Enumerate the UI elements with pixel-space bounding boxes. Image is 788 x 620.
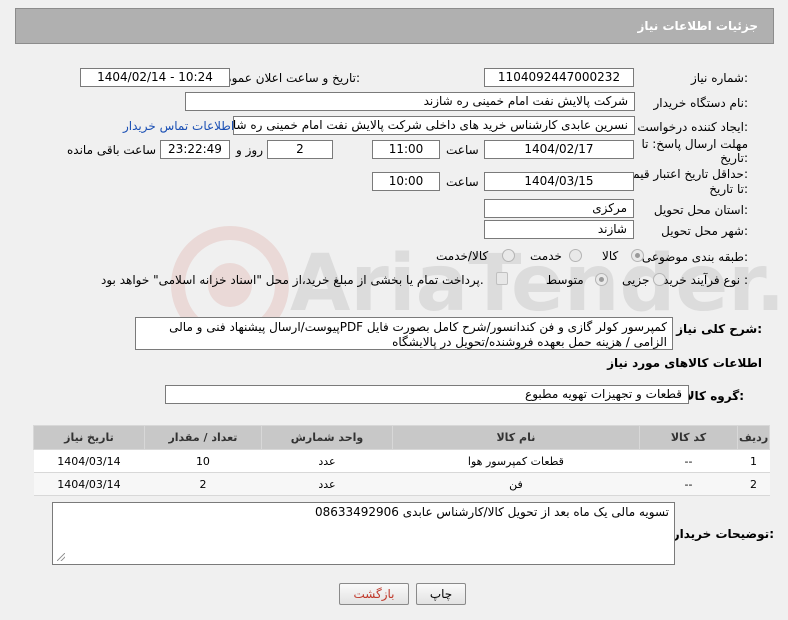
back-button[interactable]: بازگشت — [339, 583, 409, 605]
print-button[interactable]: چاپ — [416, 583, 466, 605]
process-minor-label: جزیی — [622, 273, 650, 287]
days-field: 2 — [267, 140, 333, 159]
announce-field: 1404/02/14 - 10:24 — [80, 68, 230, 87]
resize-grip-icon[interactable] — [57, 553, 65, 561]
validity-date-field: 1404/03/15 — [484, 172, 634, 191]
row-date: 1404/03/14 — [33, 449, 145, 473]
col-date-header: تاریخ نیاز — [33, 425, 145, 450]
category-both-label: کالا/خدمت — [436, 249, 489, 263]
province-label: استان محل تحویل: — [653, 203, 748, 217]
process-medium-radio[interactable] — [595, 273, 608, 286]
col-row-header: ردیف — [737, 425, 770, 450]
row-code: -- — [639, 472, 738, 496]
process-label: نوع فرآیند خرید : — [663, 273, 748, 287]
payment-note: پرداخت تمام یا بخشی از مبلغ خرید،از محل … — [101, 273, 484, 287]
buyer-notes-field: تسویه مالی یک ماه بعد از تحویل کالا/کارش… — [52, 502, 675, 565]
description-field: کمپرسور کولر گازی و فن کندانسور/شرح کامل… — [135, 317, 673, 350]
row-code: -- — [639, 449, 738, 473]
col-code-header: کد کالا — [638, 425, 739, 450]
process-medium-label: متوسط — [546, 273, 584, 287]
days-label: روز و — [236, 143, 263, 157]
category-both-radio[interactable] — [502, 249, 515, 262]
deadline-time-field: 11:00 — [372, 140, 440, 159]
deadline-label: مهلت ارسال پاسخ: تا — [641, 137, 748, 151]
requester-field: نسرین عابدی کارشناس خرید های داخلی شرکت … — [233, 116, 635, 135]
category-goods-radio[interactable] — [631, 249, 644, 262]
need-number-field: 1104092447000232 — [484, 68, 634, 87]
buyer-notes-text: تسویه مالی یک ماه بعد از تحویل کالا/کارش… — [314, 505, 669, 519]
row-unit: عدد — [261, 472, 393, 496]
row-name: قطعات کمپرسور هوا — [392, 449, 640, 473]
table-row: 1 -- قطعات کمپرسور هوا عدد 10 1404/03/14 — [33, 449, 770, 473]
buyer-org-field: شرکت پالایش نفت امام خمینی ره شازند — [185, 92, 635, 111]
page-title: جزئیات اطلاعات نیاز — [637, 19, 758, 33]
category-label: طبقه بندی موضوعی: — [641, 250, 748, 264]
row-qty: 2 — [144, 472, 262, 496]
table-row: 2 -- فن عدد 2 1404/03/14 — [33, 472, 770, 496]
category-goods-label: کالا — [602, 249, 619, 263]
row-date: 1404/03/14 — [33, 472, 145, 496]
header-panel: جزئیات اطلاعات نیاز — [15, 8, 774, 44]
announce-label: تاریخ و ساعت اعلان عمومی: — [215, 71, 360, 85]
requester-label: ایجاد کننده درخواست: — [637, 120, 748, 134]
province-field: مرکزی — [484, 199, 634, 218]
need-number-label: شماره نیاز: — [690, 71, 748, 85]
validity-time-field: 10:00 — [372, 172, 440, 191]
validity-label-2: تا تاریخ: — [709, 182, 748, 196]
validity-label: حداقل تاریخ اعتبار قیمت: — [621, 167, 748, 181]
city-field: شازند — [484, 220, 634, 239]
category-service-label: خدمت — [530, 249, 562, 263]
col-name-header: نام کالا — [391, 425, 640, 450]
row-unit: عدد — [261, 449, 393, 473]
items-table: ردیف کد کالا نام کالا واحد شمارش تعداد /… — [33, 425, 770, 496]
process-minor-radio[interactable] — [653, 273, 666, 286]
contact-buyer-link[interactable]: اطلاعات تماس خریدار — [123, 119, 234, 133]
col-unit-header: واحد شمارش — [261, 425, 393, 450]
deadline-label-2: تاریخ: — [720, 151, 748, 165]
row-qty: 10 — [144, 449, 262, 473]
table-header-row: ردیف کد کالا نام کالا واحد شمارش تعداد /… — [33, 425, 770, 450]
col-qty-header: تعداد / مقدار — [143, 425, 263, 450]
goods-group-label: گروه کالا: — [685, 389, 744, 403]
goods-group-field: قطعات و تجهیزات تهویه مطبوع — [165, 385, 689, 404]
goods-info-title: اطلاعات کالاهای مورد نیاز — [607, 356, 762, 370]
deadline-date-field: 1404/02/17 — [484, 140, 634, 159]
row-name: فن — [392, 472, 640, 496]
row-index: 2 — [737, 472, 770, 496]
buyer-notes-label: توضیحات خریدار: — [672, 527, 774, 541]
validity-time-label: ساعت — [446, 175, 479, 189]
deadline-time-label: ساعت — [446, 143, 479, 157]
remaining-time-field: 23:22:49 — [160, 140, 230, 159]
row-index: 1 — [737, 449, 770, 473]
buyer-org-label: نام دستگاه خریدار: — [653, 96, 749, 110]
treasury-checkbox[interactable] — [496, 272, 508, 285]
city-label: شهر محل تحویل: — [661, 224, 748, 238]
remaining-label: ساعت باقی مانده — [67, 143, 157, 157]
description-label: شرح کلی نیاز: — [676, 322, 762, 336]
category-service-radio[interactable] — [569, 249, 582, 262]
